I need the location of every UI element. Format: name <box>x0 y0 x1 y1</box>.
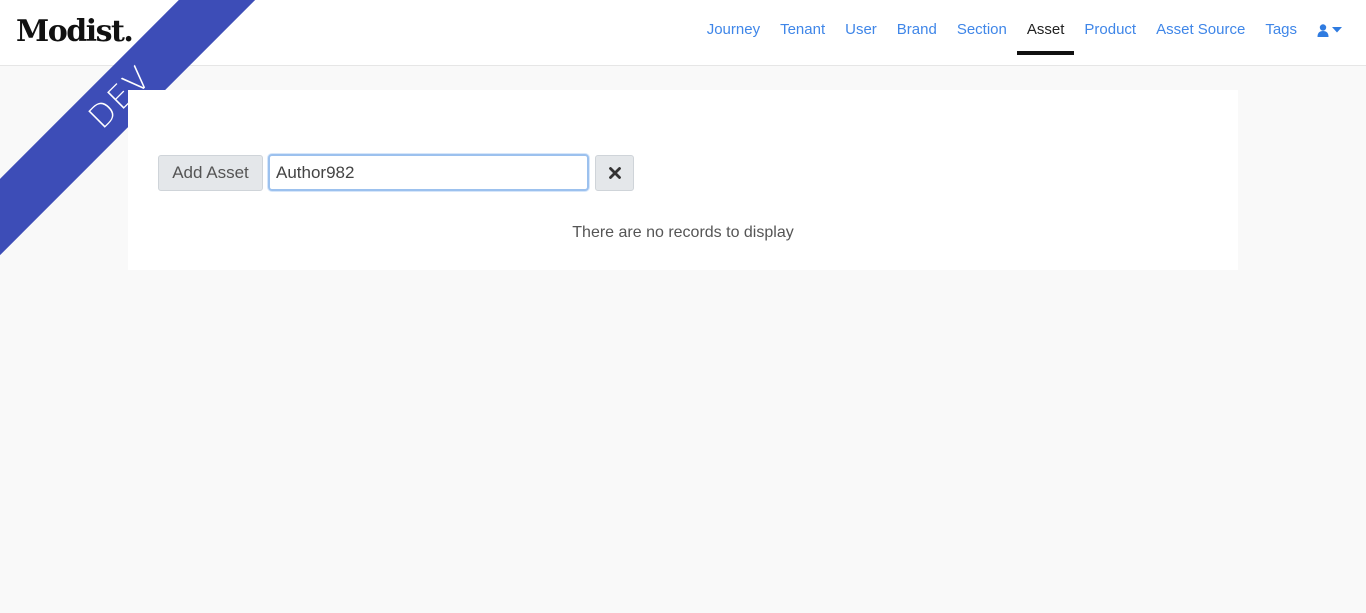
asset-panel: Add Asset There are no records to displa… <box>128 90 1238 270</box>
nav-item-journey[interactable]: Journey <box>707 0 760 56</box>
add-asset-button[interactable]: Add Asset <box>158 154 263 191</box>
nav-item-section[interactable]: Section <box>957 0 1007 56</box>
search-input[interactable] <box>268 154 589 191</box>
nav-item-tags[interactable]: Tags <box>1265 0 1297 56</box>
clear-search-button[interactable] <box>595 154 634 191</box>
chevron-down-icon <box>1332 27 1342 33</box>
brand-logo[interactable]: Modist. <box>16 14 134 49</box>
top-navbar: Modist. Journey Tenant User Brand Sectio… <box>0 0 1366 66</box>
nav-item-asset[interactable]: Asset <box>1017 0 1074 56</box>
nav-item-user[interactable]: User <box>845 0 877 56</box>
asset-toolbar: Add Asset <box>158 154 634 191</box>
nav-item-asset-source[interactable]: Asset Source <box>1156 0 1245 56</box>
nav-item-tenant[interactable]: Tenant <box>780 0 825 56</box>
empty-records-message: There are no records to display <box>572 224 794 241</box>
nav-item-product[interactable]: Product <box>1084 0 1136 56</box>
nav-menu: Journey Tenant User Brand Section Asset … <box>697 0 1342 56</box>
close-icon <box>608 166 621 179</box>
user-menu-toggle[interactable] <box>1317 0 1342 56</box>
nav-item-brand[interactable]: Brand <box>897 0 937 56</box>
user-icon <box>1317 23 1329 37</box>
